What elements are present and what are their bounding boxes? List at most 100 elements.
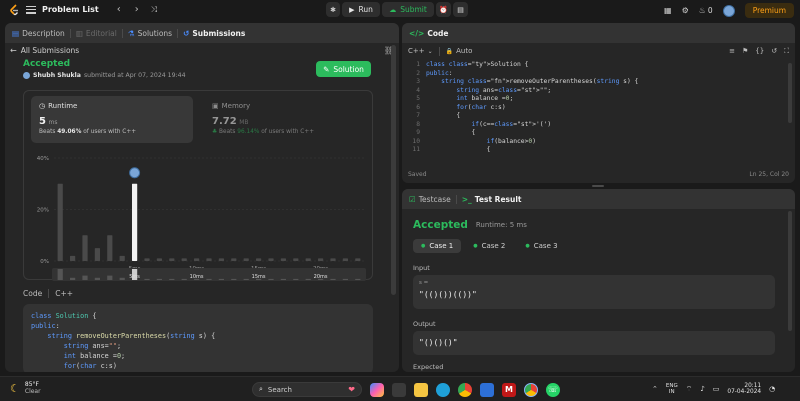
editor-line[interactable]: 2 public: bbox=[402, 70, 782, 79]
bar[interactable] bbox=[243, 258, 249, 261]
bar[interactable] bbox=[107, 235, 113, 261]
clock[interactable]: 20:11 07-04-2024 bbox=[727, 383, 761, 395]
layout-grid-icon[interactable]: ▦ bbox=[664, 6, 672, 15]
bar[interactable] bbox=[218, 258, 225, 261]
tab-solutions[interactable]: ⚗ Solutions bbox=[123, 23, 177, 43]
bar[interactable] bbox=[293, 258, 299, 261]
bar[interactable] bbox=[330, 258, 336, 261]
tab-editorial[interactable]: ▥ Editorial bbox=[71, 23, 122, 43]
bar[interactable] bbox=[280, 258, 287, 261]
editor-line[interactable]: 3 string class="fn">removeOuterParenthes… bbox=[402, 78, 782, 87]
shuffle-icon[interactable]: ⤨ bbox=[151, 5, 157, 15]
editor-line[interactable]: 4 string ans=class="st">""; bbox=[402, 87, 782, 96]
editor-line[interactable]: 7 { bbox=[402, 112, 782, 121]
bar[interactable] bbox=[255, 258, 262, 261]
volume-icon[interactable]: ♪ bbox=[700, 385, 704, 393]
bar[interactable] bbox=[82, 235, 88, 261]
editor-line[interactable]: 9 { bbox=[402, 129, 782, 138]
chrome-icon[interactable] bbox=[458, 382, 472, 397]
bar[interactable] bbox=[206, 258, 212, 261]
whatsapp-icon[interactable]: ☏ bbox=[546, 382, 560, 397]
fullscreen-icon[interactable]: ⛶ bbox=[784, 47, 789, 56]
editor-line[interactable]: 11 { bbox=[402, 146, 782, 155]
weather-moon-icon[interactable]: ☾ bbox=[10, 382, 20, 395]
editor-line[interactable]: 8 if(c==class="st">'(') bbox=[402, 121, 782, 130]
problem-list-link[interactable]: Problem List bbox=[42, 5, 99, 14]
all-submissions-link[interactable]: All Submissions bbox=[21, 46, 80, 55]
run-button[interactable]: ▶ Run bbox=[342, 2, 380, 17]
bookmark-icon[interactable]: ⚑ bbox=[742, 47, 748, 55]
editor-line[interactable]: 1 class class="ty">Solution { bbox=[402, 61, 782, 70]
settings-gear-icon[interactable]: ⚙ bbox=[682, 6, 689, 15]
bar[interactable] bbox=[342, 258, 349, 261]
bar[interactable] bbox=[119, 255, 125, 261]
left-scrollbar[interactable] bbox=[391, 45, 396, 295]
mcafee-icon[interactable]: M bbox=[502, 382, 516, 397]
solution-button[interactable]: ✎ Solution bbox=[316, 61, 371, 77]
streak-counter[interactable]: ♨ 0 bbox=[699, 6, 713, 15]
case-3-tab[interactable]: ● Case 3 bbox=[517, 239, 565, 253]
edge-browser-icon[interactable] bbox=[436, 382, 450, 397]
bar[interactable] bbox=[57, 183, 63, 261]
taskbar-search-box[interactable]: ⌕ Search ❤ bbox=[252, 382, 362, 397]
tab-submissions[interactable]: ↺ Submissions bbox=[178, 23, 250, 43]
bar[interactable] bbox=[69, 255, 76, 261]
language-indicator[interactable]: ENG IN bbox=[666, 383, 678, 395]
tab-description[interactable]: ▤ Description bbox=[7, 23, 70, 43]
timer-button[interactable]: ⏰ bbox=[436, 2, 451, 17]
windows-start-icon[interactable] bbox=[231, 383, 244, 396]
back-arrow-icon[interactable]: ← bbox=[10, 46, 17, 55]
bar[interactable] bbox=[193, 258, 200, 261]
tab-code[interactable]: </> Code bbox=[404, 23, 453, 43]
submit-button[interactable]: ☁ Submit bbox=[382, 2, 434, 17]
reset-icon[interactable]: ↺ bbox=[771, 47, 777, 55]
copilot-icon[interactable] bbox=[370, 382, 384, 397]
problem-list-icon[interactable] bbox=[26, 5, 36, 15]
bar[interactable] bbox=[355, 258, 361, 261]
runtime-distribution-chart[interactable]: 40%20%0%5ms10ms15ms20ms5ms10ms15ms20ms bbox=[24, 146, 374, 281]
task-view-icon[interactable] bbox=[392, 382, 406, 397]
bar[interactable] bbox=[156, 258, 163, 261]
auto-mode-toggle[interactable]: 🔒 Auto bbox=[446, 47, 473, 55]
highlight-bar[interactable] bbox=[131, 183, 138, 261]
editor-scrollbar[interactable] bbox=[788, 63, 792, 123]
bar[interactable] bbox=[317, 258, 324, 261]
debug-button[interactable]: ✱ bbox=[326, 2, 340, 17]
result-scrollbar[interactable] bbox=[788, 211, 792, 331]
weather-temp[interactable]: 85°F bbox=[25, 381, 41, 388]
notification-bell-icon[interactable]: ◔ bbox=[769, 385, 775, 393]
bar[interactable] bbox=[231, 258, 237, 261]
code-editor[interactable]: 1 class class="ty">Solution {2 public: 3 st… bbox=[402, 61, 782, 161]
panel-splitter[interactable] bbox=[592, 185, 604, 187]
notes-button[interactable]: ▤ bbox=[453, 2, 468, 17]
next-problem-icon[interactable]: › bbox=[135, 4, 139, 15]
submitted-code-block[interactable]: class Solution { public: string removeOu… bbox=[23, 304, 373, 372]
premium-button[interactable]: Premium bbox=[744, 3, 795, 18]
editor-line[interactable]: 5 int balance =0; bbox=[402, 95, 782, 104]
bar[interactable] bbox=[181, 258, 187, 261]
file-explorer-icon[interactable] bbox=[414, 382, 428, 397]
runtime-card[interactable]: ◷ Runtime 5 ms Beats 49.06% of users wit… bbox=[31, 96, 193, 143]
bar[interactable] bbox=[169, 258, 175, 261]
leetcode-logo-icon[interactable] bbox=[8, 3, 20, 16]
prev-problem-icon[interactable]: ‹ bbox=[117, 4, 121, 15]
case-1-tab[interactable]: ● Case 1 bbox=[413, 239, 462, 253]
format-lines-icon[interactable]: ≡ bbox=[729, 47, 735, 55]
bar[interactable] bbox=[94, 248, 101, 261]
store-icon[interactable] bbox=[480, 382, 494, 397]
case-2-tab[interactable]: ● Case 2 bbox=[465, 239, 513, 253]
editor-line[interactable]: 6 for(char c:s) bbox=[402, 104, 782, 113]
wifi-icon[interactable]: ⌔ bbox=[686, 385, 693, 394]
battery-icon[interactable]: ▭ bbox=[713, 385, 720, 393]
tab-testcase[interactable]: ☑ Testcase bbox=[404, 189, 456, 209]
user-name[interactable]: Shubh Shukla bbox=[33, 72, 81, 79]
editor-line[interactable]: 10 if(balance>0) bbox=[402, 138, 782, 147]
language-select[interactable]: C++ ⌄ bbox=[408, 47, 433, 55]
memory-card[interactable]: ▣ Memory 7.72 MB ♣ Beats 96.14% of users… bbox=[204, 96, 366, 143]
bar[interactable] bbox=[144, 258, 150, 261]
avatar[interactable] bbox=[722, 4, 735, 17]
bar[interactable] bbox=[268, 258, 274, 261]
bar[interactable] bbox=[305, 258, 311, 261]
chrome-active-icon[interactable] bbox=[524, 382, 538, 397]
braces-icon[interactable]: {} bbox=[755, 47, 764, 55]
